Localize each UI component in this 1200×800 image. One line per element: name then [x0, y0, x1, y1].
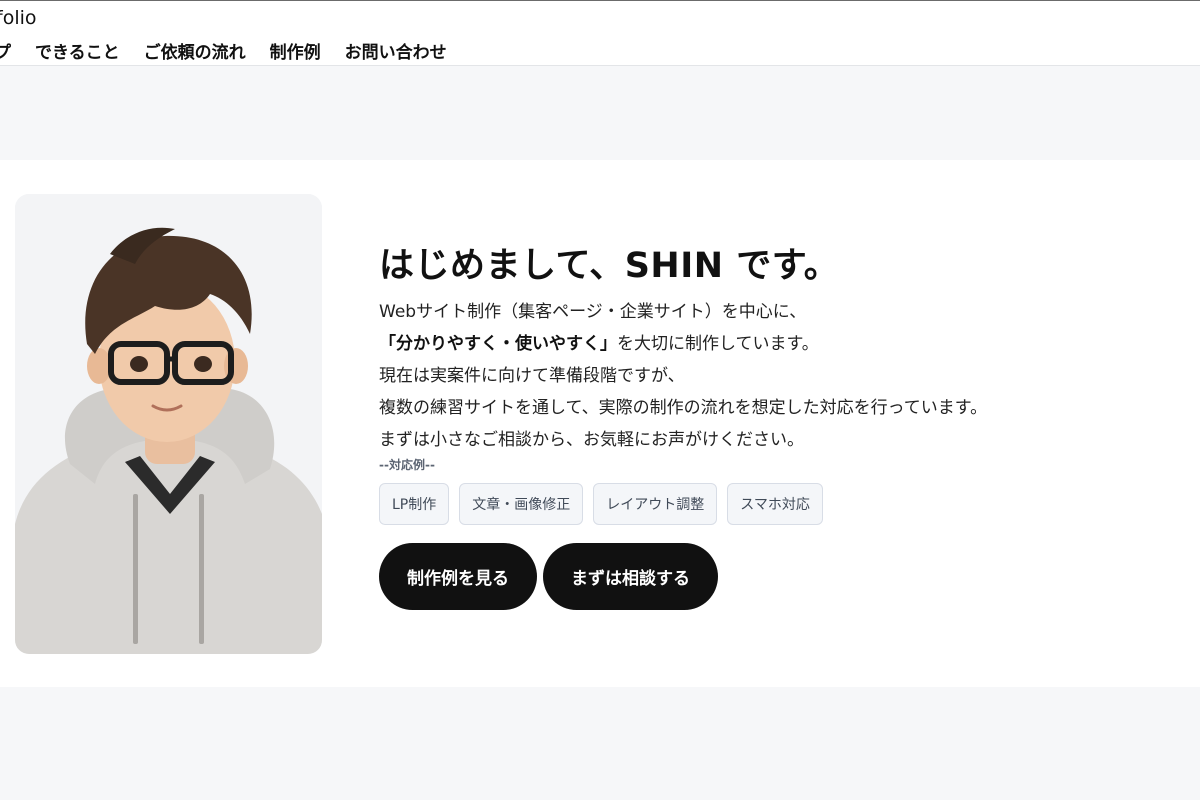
nav-item-profile[interactable]: プ — [0, 38, 11, 63]
site-brand[interactable]: folio — [0, 7, 37, 29]
hero-actions: 制作例を見る まずは相談する — [379, 543, 1179, 610]
intro-line-3: 現在は実案件に向けて準備段階ですが、 — [379, 366, 685, 386]
intro-line-2-emphasis: 「分かりやすく・使いやすく」 — [379, 334, 617, 354]
nav-item-flow[interactable]: ご依頼の流れ — [144, 38, 246, 63]
examples-label: --対応例-- — [379, 458, 435, 472]
intro-line-5: まずは小さなご相談から、お気軽にお声がけください。 — [379, 430, 804, 450]
nav-item-works[interactable]: 制作例 — [270, 38, 321, 63]
intro-line-4: 複数の練習サイトを通して、実際の制作の流れを想定した対応を行っています。 — [379, 398, 988, 418]
hero-intro: Webサイト制作（集客ページ・企業サイト）を中心に、 「分かりやすく・使いやすく… — [379, 296, 1179, 456]
tag-smartphone: スマホ対応 — [727, 483, 823, 525]
hero-content: はじめまして、SHIN です。 Webサイト制作（集客ページ・企業サイト）を中心… — [379, 242, 1179, 610]
tag-layout-adjust: レイアウト調整 — [593, 483, 718, 525]
hero-title: はじめまして、SHIN です。 — [379, 246, 840, 286]
site-header: folio プ できること ご依頼の流れ 制作例 お問い合わせ — [0, 0, 1200, 66]
intro-line-2-rest: を大切に制作しています。 — [617, 334, 819, 354]
global-nav: プ できること ご依頼の流れ 制作例 お問い合わせ — [0, 38, 447, 63]
view-works-button[interactable]: 制作例を見る — [379, 543, 537, 610]
intro-line-1: Webサイト制作（集客ページ・企業サイト）を中心に、 — [379, 302, 807, 322]
portrait-illustration — [15, 194, 322, 654]
tag-lp: LP制作 — [379, 483, 450, 525]
nav-item-contact[interactable]: お問い合わせ — [345, 38, 447, 63]
service-tags: LP制作 文章・画像修正 レイアウト調整 スマホ対応 — [379, 483, 1179, 525]
hero-section: はじめまして、SHIN です。 Webサイト制作（集客ページ・企業サイト）を中心… — [0, 160, 1200, 687]
intro-line-2: 「分かりやすく・使いやすく」を大切に制作しています。 — [379, 328, 1179, 360]
nav-item-services[interactable]: できること — [35, 38, 120, 63]
tag-text-image-fix: 文章・画像修正 — [459, 483, 584, 525]
consult-button[interactable]: まずは相談する — [543, 543, 718, 610]
profile-portrait — [15, 194, 322, 654]
